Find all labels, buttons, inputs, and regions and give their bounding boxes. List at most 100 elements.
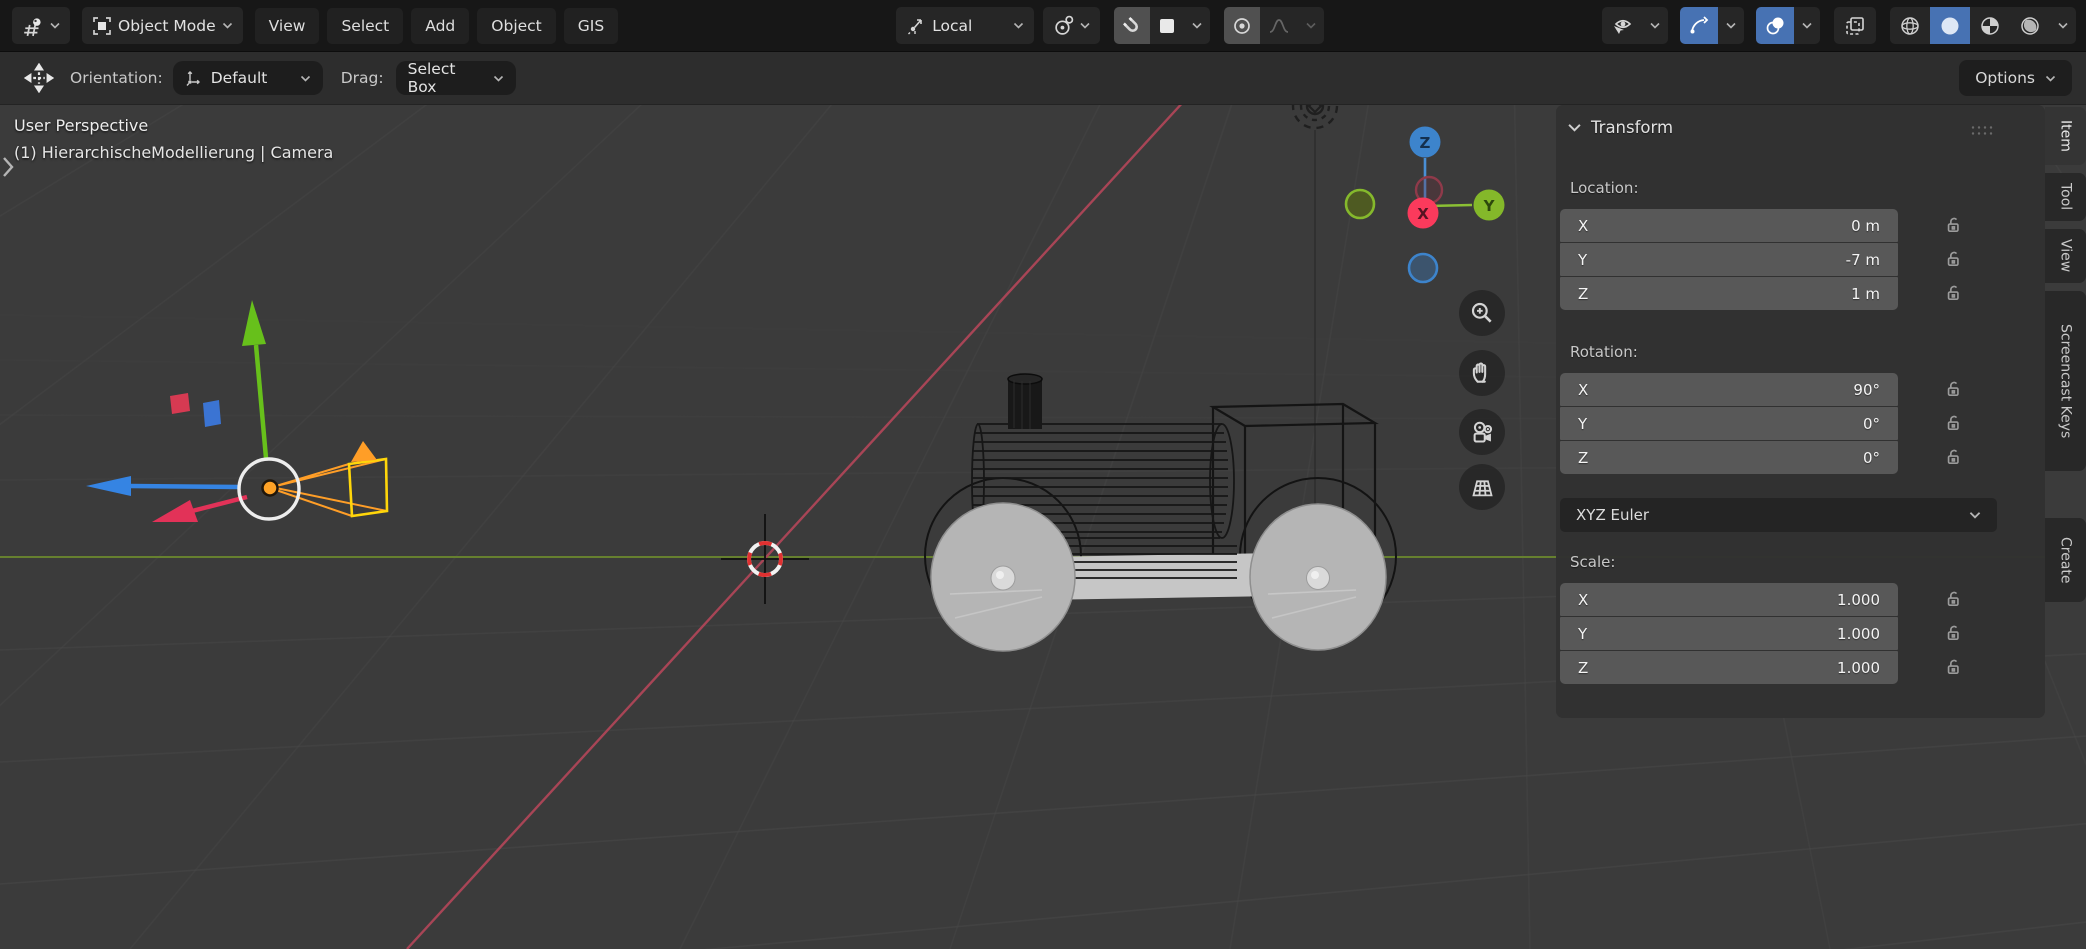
scale-y-row: Y1.000 bbox=[1560, 617, 2040, 650]
shading-material-button[interactable] bbox=[1970, 7, 2010, 44]
menu-add[interactable]: Add bbox=[411, 8, 469, 44]
gizmo-axis-x[interactable]: X bbox=[1408, 198, 1439, 229]
overlays-options-chevron[interactable] bbox=[1794, 7, 1820, 44]
chevron-down-icon bbox=[1650, 22, 1660, 29]
train-wheel-back[interactable] bbox=[1250, 504, 1386, 650]
pan-button[interactable] bbox=[1459, 350, 1505, 396]
show-overlays-toggle[interactable] bbox=[1756, 7, 1794, 44]
scale-y-lock[interactable] bbox=[1944, 624, 1963, 643]
snap-toggle[interactable] bbox=[1114, 7, 1150, 44]
transform-orientation-dropdown[interactable]: Local bbox=[896, 7, 1034, 44]
svg-text:Y: Y bbox=[1483, 197, 1496, 215]
rotation-x-lock[interactable] bbox=[1944, 380, 1963, 399]
falloff-curve-button[interactable] bbox=[1260, 7, 1298, 44]
menu-gis[interactable]: GIS bbox=[564, 8, 618, 44]
options-button[interactable]: Options bbox=[1959, 60, 2072, 96]
gizmos-options-chevron[interactable] bbox=[1718, 7, 1744, 44]
shading-rendered-button[interactable] bbox=[2010, 7, 2050, 44]
menu-view[interactable]: View bbox=[255, 8, 320, 44]
zoom-button[interactable] bbox=[1459, 290, 1505, 336]
rotation-z-field[interactable]: Z0° bbox=[1560, 441, 1898, 474]
light-object[interactable] bbox=[1293, 84, 1337, 556]
location-x-lock[interactable] bbox=[1944, 216, 1963, 235]
panel-drag-grip-icon[interactable] bbox=[1971, 125, 1993, 136]
perspective-toggle-button[interactable] bbox=[1459, 464, 1505, 510]
train-wheel-front[interactable] bbox=[931, 503, 1075, 651]
tab-screencast-keys[interactable]: Screencast Keys bbox=[2045, 291, 2086, 471]
navigation-gizmo[interactable]: Z Y X bbox=[1346, 127, 1505, 283]
gizmos-icon bbox=[1688, 15, 1710, 37]
shading-solid-button[interactable] bbox=[1930, 7, 1970, 44]
scale-x-row: X1.000 bbox=[1560, 583, 2040, 616]
menu-select[interactable]: Select bbox=[327, 8, 403, 44]
tab-tool[interactable]: Tool bbox=[2045, 173, 2086, 221]
rotation-mode-dropdown[interactable]: XYZ Euler bbox=[1560, 498, 1997, 532]
chevron-down-icon bbox=[1306, 22, 1316, 29]
scale-x-lock[interactable] bbox=[1944, 590, 1963, 609]
tab-create[interactable]: Create bbox=[2045, 518, 2086, 602]
gizmo-axis-z-neg[interactable] bbox=[1409, 254, 1437, 282]
rendered-shading-icon bbox=[2018, 14, 2042, 38]
proportional-editing-group bbox=[1224, 7, 1324, 44]
shading-wireframe-button[interactable] bbox=[1890, 7, 1930, 44]
visibility-dropdown[interactable] bbox=[1602, 7, 1668, 44]
unlock-icon bbox=[1944, 284, 1963, 303]
pivot-point-dropdown[interactable] bbox=[1043, 7, 1100, 44]
gizmo-axis-z[interactable]: Z bbox=[1410, 127, 1441, 158]
chevron-down-icon bbox=[1192, 22, 1202, 29]
show-gizmos-toggle[interactable] bbox=[1680, 7, 1718, 44]
transform-panel-header[interactable]: Transform bbox=[1568, 118, 1673, 137]
rotation-y-field[interactable]: Y0° bbox=[1560, 407, 1898, 440]
toolbar-expand-chevron[interactable] bbox=[0, 150, 16, 184]
shading-options-chevron[interactable] bbox=[2050, 7, 2076, 44]
gizmo-axis-y[interactable]: Y bbox=[1474, 190, 1505, 221]
drag-mode-dropdown[interactable]: Select Box bbox=[396, 61, 516, 95]
scale-z-lock[interactable] bbox=[1944, 658, 1963, 677]
gizmo-axis-y-neg[interactable] bbox=[1346, 190, 1374, 218]
tool-orientation-dropdown[interactable]: Default bbox=[173, 61, 323, 95]
gizmo-arrow-x[interactable] bbox=[130, 486, 239, 487]
rotation-label: Rotation: bbox=[1570, 343, 1638, 361]
gizmo-plane-z[interactable] bbox=[203, 400, 221, 427]
rotation-y-lock[interactable] bbox=[1944, 414, 1963, 433]
tab-item[interactable]: Item bbox=[2045, 107, 2086, 165]
camera-view-button[interactable] bbox=[1459, 409, 1505, 455]
scene-breadcrumb: (1) HierarchischeModellierung | Camera bbox=[14, 145, 333, 161]
scale-z-field[interactable]: Z1.000 bbox=[1560, 651, 1898, 684]
move-tool-icon[interactable] bbox=[24, 63, 54, 93]
scale-y-field[interactable]: Y1.000 bbox=[1560, 617, 1898, 650]
viewport-header: Object Mode View Select Add Object GIS L… bbox=[0, 0, 2086, 52]
proportional-edit-toggle[interactable] bbox=[1224, 7, 1260, 44]
rotation-z-lock[interactable] bbox=[1944, 448, 1963, 467]
drag-mode-value: Select Box bbox=[408, 60, 477, 96]
chevron-down-icon bbox=[2045, 75, 2056, 82]
location-z-field[interactable]: Z1 m bbox=[1560, 277, 1898, 310]
mode-selector[interactable]: Object Mode bbox=[82, 7, 243, 44]
default-orientation-icon bbox=[185, 69, 203, 87]
snap-increment-icon bbox=[1158, 17, 1176, 35]
location-y-lock[interactable] bbox=[1944, 250, 1963, 269]
location-z-lock[interactable] bbox=[1944, 284, 1963, 303]
xray-toggle[interactable] bbox=[1834, 7, 1876, 44]
tab-view[interactable]: View bbox=[2045, 229, 2086, 283]
location-y-field[interactable]: Y-7 m bbox=[1560, 243, 1898, 276]
editor-type-button[interactable] bbox=[12, 7, 70, 44]
snap-target-button[interactable] bbox=[1150, 7, 1184, 44]
proportional-options-chevron[interactable] bbox=[1298, 7, 1324, 44]
move-gizmo[interactable] bbox=[86, 300, 299, 522]
unlock-icon bbox=[1944, 380, 1963, 399]
location-x-field[interactable]: X0 m bbox=[1560, 209, 1898, 242]
drag-label: Drag: bbox=[341, 69, 384, 87]
scale-x-field[interactable]: X1.000 bbox=[1560, 583, 1898, 616]
x-axis-line bbox=[407, 100, 1185, 949]
chevron-down-icon bbox=[493, 75, 504, 82]
gizmos-toggle-group bbox=[1680, 7, 1744, 44]
chevron-down-icon bbox=[2058, 22, 2068, 29]
snap-options-chevron[interactable] bbox=[1184, 7, 1210, 44]
menu-object[interactable]: Object bbox=[477, 8, 555, 44]
gizmo-arrow-z[interactable] bbox=[256, 345, 266, 458]
location-z-row: Z1 m bbox=[1560, 277, 2040, 310]
viewport-info-text: User Perspective (1) HierarchischeModell… bbox=[14, 118, 333, 161]
gizmo-plane-x[interactable] bbox=[170, 393, 190, 414]
rotation-x-field[interactable]: X90° bbox=[1560, 373, 1898, 406]
